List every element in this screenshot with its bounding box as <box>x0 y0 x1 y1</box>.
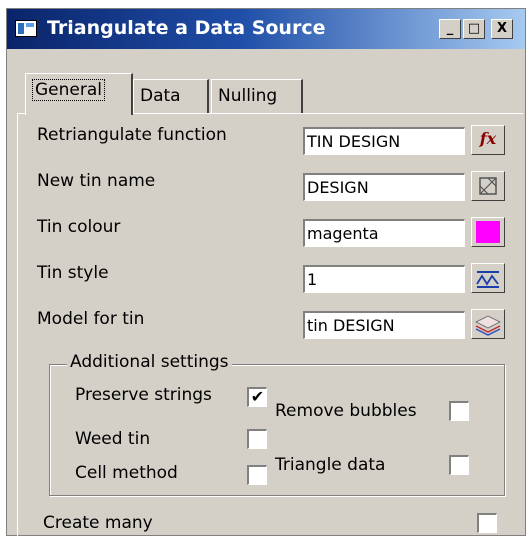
cell-method-label: Cell method <box>75 463 178 483</box>
dialog-window: Triangulate a Data Source _ □ X General … <box>6 8 526 537</box>
triangle-data-label: Triangle data <box>275 455 386 475</box>
minimize-button[interactable]: _ <box>439 19 461 39</box>
remove-bubbles-checkbox[interactable] <box>449 401 469 421</box>
app-icon <box>15 20 37 37</box>
tab-data-label: Data <box>140 86 181 106</box>
retriangulate-field[interactable]: TIN DESIGN <box>303 127 465 155</box>
window-title: Triangulate a Data Source <box>47 17 326 39</box>
maximize-button[interactable]: □ <box>463 19 485 39</box>
tin-colour-field[interactable]: magenta <box>303 219 465 247</box>
cell-method-checkbox[interactable] <box>247 465 267 485</box>
close-button[interactable]: X <box>491 19 513 39</box>
function-icon[interactable]: fx <box>471 125 505 155</box>
tin-style-field[interactable]: 1 <box>303 265 465 293</box>
triangle-data-checkbox[interactable] <box>449 455 469 475</box>
create-many-checkbox[interactable] <box>477 513 497 533</box>
title-bar[interactable]: Triangulate a Data Source _ □ X <box>7 9 525 49</box>
weed-tin-label: Weed tin <box>75 429 151 449</box>
preserve-strings-label: Preserve strings <box>75 385 212 405</box>
tin-colour-label: Tin colour <box>37 217 121 237</box>
tin-style-label: Tin style <box>37 263 109 283</box>
tab-general-label: General <box>32 79 105 101</box>
tab-data[interactable]: Data <box>133 79 209 113</box>
colour-swatch-button[interactable] <box>471 217 505 247</box>
magenta-swatch <box>476 221 500 243</box>
additional-settings-title: Additional settings <box>67 352 232 372</box>
remove-bubbles-label: Remove bubbles <box>275 401 417 421</box>
preserve-strings-checkbox[interactable]: ✔ <box>247 387 267 407</box>
retriangulate-label: Retriangulate function <box>37 125 227 145</box>
tab-general[interactable]: General <box>25 73 133 115</box>
tab-nulling-label: Nulling <box>218 86 278 106</box>
style-picker-icon[interactable] <box>471 263 505 293</box>
layers-icon[interactable] <box>471 309 505 339</box>
tin-picker-icon[interactable] <box>471 171 505 201</box>
new-tin-name-label: New tin name <box>37 171 156 191</box>
weed-tin-checkbox[interactable] <box>247 429 267 449</box>
model-label: Model for tin <box>37 309 145 329</box>
create-many-label: Create many <box>43 513 153 533</box>
model-field[interactable]: tin DESIGN <box>303 311 465 339</box>
tab-nulling[interactable]: Nulling <box>211 79 303 113</box>
new-tin-name-field[interactable]: DESIGN <box>303 173 465 201</box>
